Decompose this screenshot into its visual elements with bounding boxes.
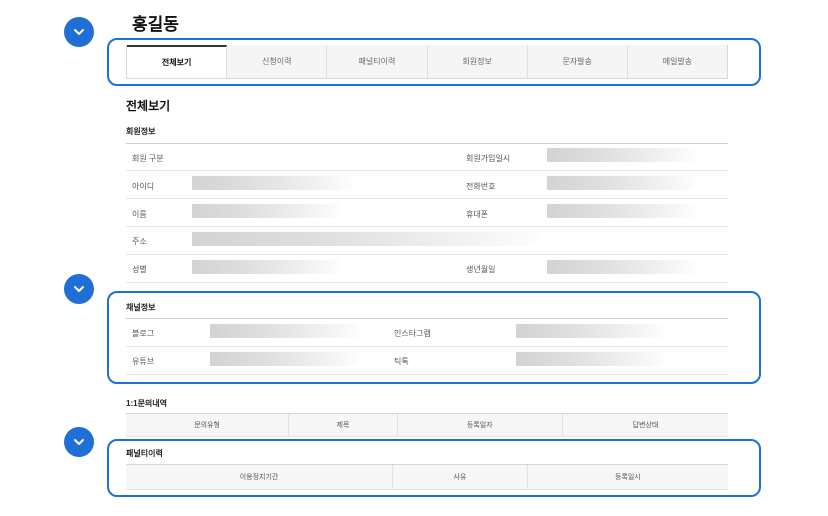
member-info-title: 회원정보 bbox=[126, 127, 156, 136]
redacted-value bbox=[210, 352, 358, 366]
gender-label: 성별 bbox=[132, 265, 147, 274]
divider bbox=[126, 226, 728, 227]
redacted-value bbox=[547, 176, 695, 190]
section-title: 전체보기 bbox=[126, 99, 171, 113]
blog-label: 블로그 bbox=[132, 329, 155, 338]
member-type-label: 회원 구분 bbox=[132, 154, 164, 163]
redacted-value bbox=[210, 324, 358, 338]
inquiry-col-type: 문의유형 bbox=[126, 414, 290, 436]
inquiry-col-date: 등록일자 bbox=[398, 414, 563, 436]
penalty-col-reason: 사유 bbox=[393, 465, 528, 489]
tab-email[interactable]: 메일발송 bbox=[627, 45, 728, 78]
page-title: 홍길동 bbox=[132, 15, 179, 34]
inquiry-col-status: 답변상태 bbox=[632, 422, 659, 429]
divider bbox=[126, 198, 728, 199]
youtube-label: 유튜브 bbox=[132, 357, 155, 366]
redacted-value bbox=[516, 324, 664, 338]
tab-sms[interactable]: 문자발송 bbox=[527, 45, 628, 78]
expand-marker-2[interactable] bbox=[64, 274, 94, 304]
divider bbox=[126, 374, 728, 375]
expand-marker-3[interactable] bbox=[64, 427, 94, 457]
inquiry-col-subject: 제목 bbox=[289, 414, 398, 436]
phone-label: 전화번호 bbox=[466, 182, 496, 191]
redacted-value bbox=[547, 204, 695, 218]
penalty-table-header: 이용정지기간 사유 등록일시 bbox=[126, 464, 728, 490]
redacted-value bbox=[192, 260, 340, 274]
chevron-down-icon bbox=[74, 29, 84, 35]
chevron-down-icon bbox=[74, 286, 84, 292]
tab-overview[interactable]: 전체보기 bbox=[127, 45, 228, 78]
inquiry-title: 1:1문의내역 bbox=[126, 399, 168, 408]
user-id-label: 아이디 bbox=[132, 182, 155, 191]
redacted-value bbox=[192, 204, 340, 218]
member-info-top-border bbox=[126, 143, 728, 144]
tab-application-history[interactable]: 신청이력 bbox=[227, 45, 328, 78]
divider bbox=[126, 282, 728, 283]
birthdate-label: 생년월일 bbox=[466, 265, 496, 274]
redacted-value bbox=[516, 352, 664, 366]
name-label: 이름 bbox=[132, 210, 147, 219]
redacted-value bbox=[192, 176, 352, 190]
divider bbox=[126, 170, 728, 171]
address-label: 주소 bbox=[132, 237, 147, 246]
mobile-label: 휴대폰 bbox=[466, 210, 489, 219]
divider bbox=[126, 346, 728, 347]
penalty-title: 패널티이력 bbox=[126, 449, 163, 458]
inquiry-table-header: 문의유형 제목 등록일자 답변상태 bbox=[126, 413, 728, 437]
chevron-down-icon bbox=[74, 439, 84, 445]
instagram-label: 인스타그램 bbox=[394, 329, 431, 338]
redacted-value bbox=[192, 232, 538, 246]
tab-penalty-history[interactable]: 패널티이력 bbox=[327, 45, 428, 78]
expand-marker-1[interactable] bbox=[64, 17, 94, 47]
tab-bar: 전체보기 신청이력 패널티이력 회원정보 문자발송 메일발송 bbox=[126, 45, 728, 79]
tiktok-label: 틱톡 bbox=[394, 357, 409, 366]
channel-info-top-border bbox=[126, 318, 728, 319]
channel-info-title: 채널정보 bbox=[126, 303, 156, 312]
penalty-col-date: 등록일시 bbox=[614, 474, 641, 481]
join-date-label: 회원가입일시 bbox=[466, 154, 511, 163]
tab-member-info[interactable]: 회원정보 bbox=[427, 45, 528, 78]
divider bbox=[126, 254, 728, 255]
penalty-col-period: 이용정지기간 bbox=[126, 465, 394, 489]
redacted-value bbox=[547, 260, 695, 274]
redacted-value bbox=[547, 148, 695, 162]
